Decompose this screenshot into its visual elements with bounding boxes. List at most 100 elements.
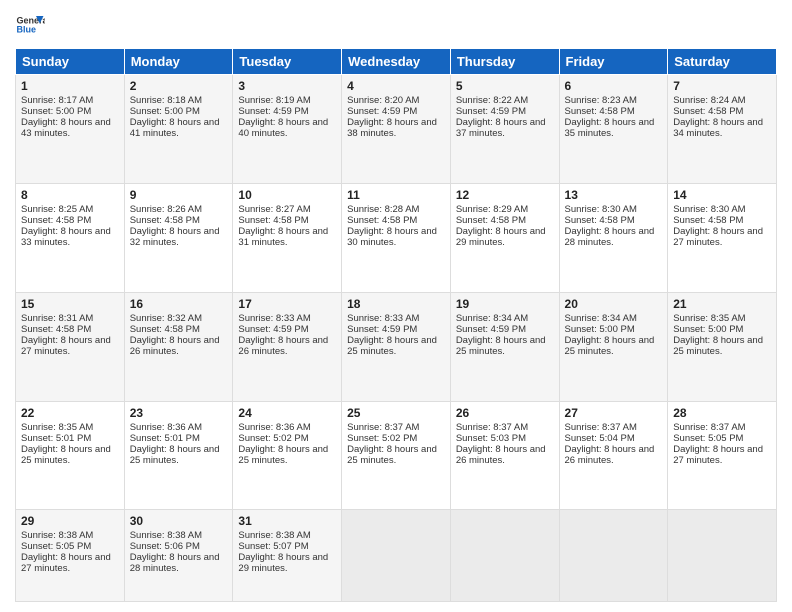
calendar-cell: 28 Sunrise: 8:37 AMSunset: 5:05 PMDayligh… [668,401,777,510]
daylight: Daylight: 8 hours and 28 minutes. [565,226,655,248]
daylight: Daylight: 8 hours and 38 minutes. [347,117,437,139]
calendar-cell: 22Sunrise: 8:35 AMSunset: 5:01 PMDayligh… [16,401,125,510]
sunrise: Sunrise: 8:37 AM [565,422,637,433]
sunset: Sunset: 4:59 PM [238,106,308,117]
daylight: Daylight: 8 hours and 28 minutes. [130,552,220,574]
sunset: Sunset: 5:06 PM [130,541,200,552]
sunset: Sunset: 5:03 PM [456,433,526,444]
day-number: 20 [565,297,663,311]
day-number: 6 [565,79,663,93]
daylight: Daylight: 8 hours and 25 minutes. [347,444,437,466]
sunset: Sunset: 4:58 PM [347,215,417,226]
calendar-cell: 30Sunrise: 8:38 AMSunset: 5:06 PMDayligh… [124,510,233,602]
sunset: Sunset: 4:58 PM [565,106,635,117]
day-header-friday: Friday [559,49,668,75]
daylight: Daylight: 8 hours and 43 minutes. [21,117,111,139]
day-number: 14 [673,188,771,202]
sunset: Sunset: 5:07 PM [238,541,308,552]
sunrise: Sunrise: 8:29 AM [456,204,528,215]
sunrise: Sunrise: 8:33 AM [238,313,310,324]
day-number: 8 [21,188,119,202]
calendar-cell: 19Sunrise: 8:34 AMSunset: 4:59 PMDayligh… [450,292,559,401]
daylight: Daylight: 8 hours and 25 minutes. [21,444,111,466]
calendar-cell: 5Sunrise: 8:22 AMSunset: 4:59 PMDaylight… [450,75,559,184]
sunrise: Sunrise: 8:37 AM [673,422,745,433]
daylight: Daylight: 8 hours and 27 minutes. [673,226,763,248]
calendar-cell: 14Sunrise: 8:30 AMSunset: 4:58 PMDayligh… [668,183,777,292]
day-number: 28 [673,406,771,420]
sunset: Sunset: 4:58 PM [130,324,200,335]
sunset: Sunset: 4:59 PM [347,324,417,335]
calendar-cell: 2Sunrise: 8:18 AMSunset: 5:00 PMDaylight… [124,75,233,184]
sunrise: Sunrise: 8:30 AM [673,204,745,215]
daylight: Daylight: 8 hours and 25 minutes. [130,444,220,466]
day-number: 21 [673,297,771,311]
calendar-cell: 15Sunrise: 8:31 AMSunset: 4:58 PMDayligh… [16,292,125,401]
daylight: Daylight: 8 hours and 31 minutes. [238,226,328,248]
daylight: Daylight: 8 hours and 25 minutes. [673,335,763,357]
day-number: 29 [21,514,119,528]
calendar-cell: 3Sunrise: 8:19 AMSunset: 4:59 PMDaylight… [233,75,342,184]
sunrise: Sunrise: 8:24 AM [673,95,745,106]
sunset: Sunset: 5:05 PM [673,433,743,444]
day-header-saturday: Saturday [668,49,777,75]
day-number: 22 [21,406,119,420]
day-number: 17 [238,297,336,311]
page-container: General Blue SundayMondayTuesdayWednesda… [0,0,792,612]
day-number: 4 [347,79,445,93]
calendar-cell [450,510,559,602]
calendar-cell: 10Sunrise: 8:27 AMSunset: 4:58 PMDayligh… [233,183,342,292]
sunset: Sunset: 4:58 PM [21,324,91,335]
daylight: Daylight: 8 hours and 33 minutes. [21,226,111,248]
calendar-cell: 31 Sunrise: 8:38 AMSunset: 5:07 PMDayligh… [233,510,342,602]
sunrise: Sunrise: 8:28 AM [347,204,419,215]
calendar-cell: 9Sunrise: 8:26 AMSunset: 4:58 PMDaylight… [124,183,233,292]
calendar-cell: 26Sunrise: 8:37 AMSunset: 5:03 PMDayligh… [450,401,559,510]
daylight: Daylight: 8 hours and 26 minutes. [565,444,655,466]
calendar-cell [559,510,668,602]
sunrise: Sunrise: 8:33 AM [347,313,419,324]
daylight: Daylight: 8 hours and 26 minutes. [238,335,328,357]
sunset: Sunset: 4:58 PM [456,215,526,226]
calendar-cell: 4Sunrise: 8:20 AMSunset: 4:59 PMDaylight… [342,75,451,184]
sunrise: Sunrise: 8:18 AM [130,95,202,106]
daylight: Daylight: 8 hours and 27 minutes. [21,552,111,574]
day-number: 10 [238,188,336,202]
day-number: 11 [347,188,445,202]
sunset: Sunset: 5:02 PM [238,433,308,444]
calendar-cell: 11 Sunrise: 8:28 AMSunset: 4:58 PMDayligh… [342,183,451,292]
sunset: Sunset: 5:05 PM [21,541,91,552]
day-number: 26 [456,406,554,420]
day-header-wednesday: Wednesday [342,49,451,75]
daylight: Daylight: 8 hours and 27 minutes. [673,444,763,466]
day-number: 25 [347,406,445,420]
day-number: 27 [565,406,663,420]
daylight: Daylight: 8 hours and 30 minutes. [347,226,437,248]
page-header: General Blue [15,10,777,40]
sunrise: Sunrise: 8:38 AM [238,530,310,541]
sunrise: Sunrise: 8:23 AM [565,95,637,106]
daylight: Daylight: 8 hours and 32 minutes. [130,226,220,248]
daylight: Daylight: 8 hours and 25 minutes. [238,444,328,466]
calendar-cell: 23Sunrise: 8:36 AMSunset: 5:01 PMDayligh… [124,401,233,510]
day-number: 31 [238,514,336,528]
daylight: Daylight: 8 hours and 27 minutes. [21,335,111,357]
day-number: 23 [130,406,228,420]
calendar-cell: 20Sunrise: 8:34 AMSunset: 5:00 PMDayligh… [559,292,668,401]
daylight: Daylight: 8 hours and 34 minutes. [673,117,763,139]
sunrise: Sunrise: 8:22 AM [456,95,528,106]
sunset: Sunset: 5:04 PM [565,433,635,444]
daylight: Daylight: 8 hours and 26 minutes. [130,335,220,357]
sunrise: Sunrise: 8:17 AM [21,95,93,106]
daylight: Daylight: 8 hours and 29 minutes. [238,552,328,574]
day-number: 5 [456,79,554,93]
sunrise: Sunrise: 8:31 AM [21,313,93,324]
calendar-cell: 29Sunrise: 8:38 AMSunset: 5:05 PMDayligh… [16,510,125,602]
calendar-cell: 24Sunrise: 8:36 AMSunset: 5:02 PMDayligh… [233,401,342,510]
sunrise: Sunrise: 8:37 AM [347,422,419,433]
sunrise: Sunrise: 8:35 AM [21,422,93,433]
day-number: 24 [238,406,336,420]
sunset: Sunset: 4:58 PM [565,215,635,226]
sunset: Sunset: 5:00 PM [565,324,635,335]
sunset: Sunset: 5:00 PM [130,106,200,117]
